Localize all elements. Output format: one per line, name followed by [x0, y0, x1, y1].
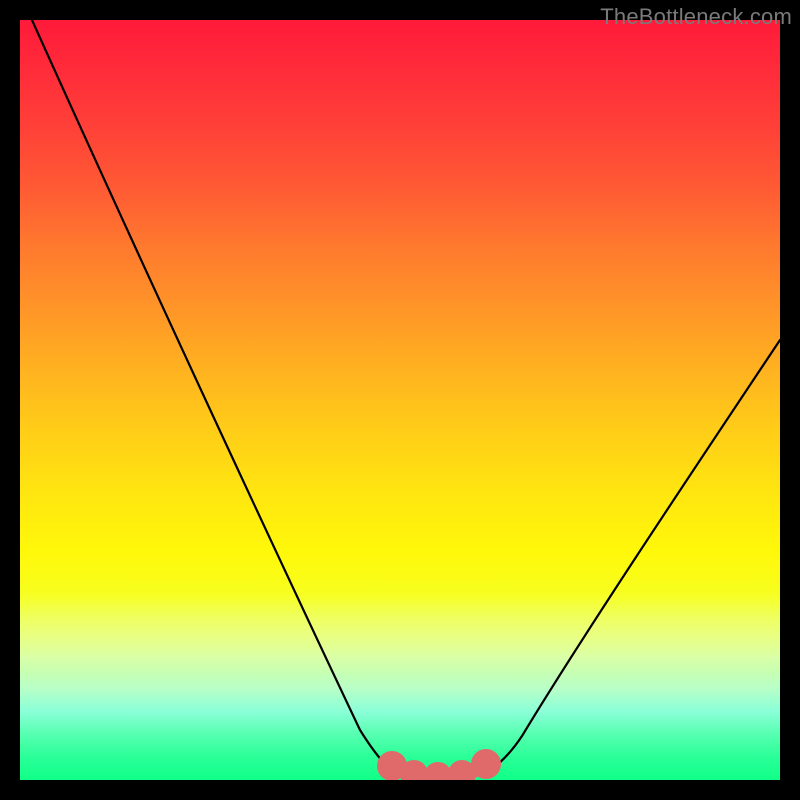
curve-layer — [20, 20, 780, 780]
plot-area — [20, 20, 780, 780]
watermark-text: TheBottleneck.com — [600, 4, 792, 30]
chart-stage: TheBottleneck.com — [0, 0, 800, 800]
bottleneck-curve — [32, 20, 780, 774]
valley-highlight — [384, 756, 494, 780]
